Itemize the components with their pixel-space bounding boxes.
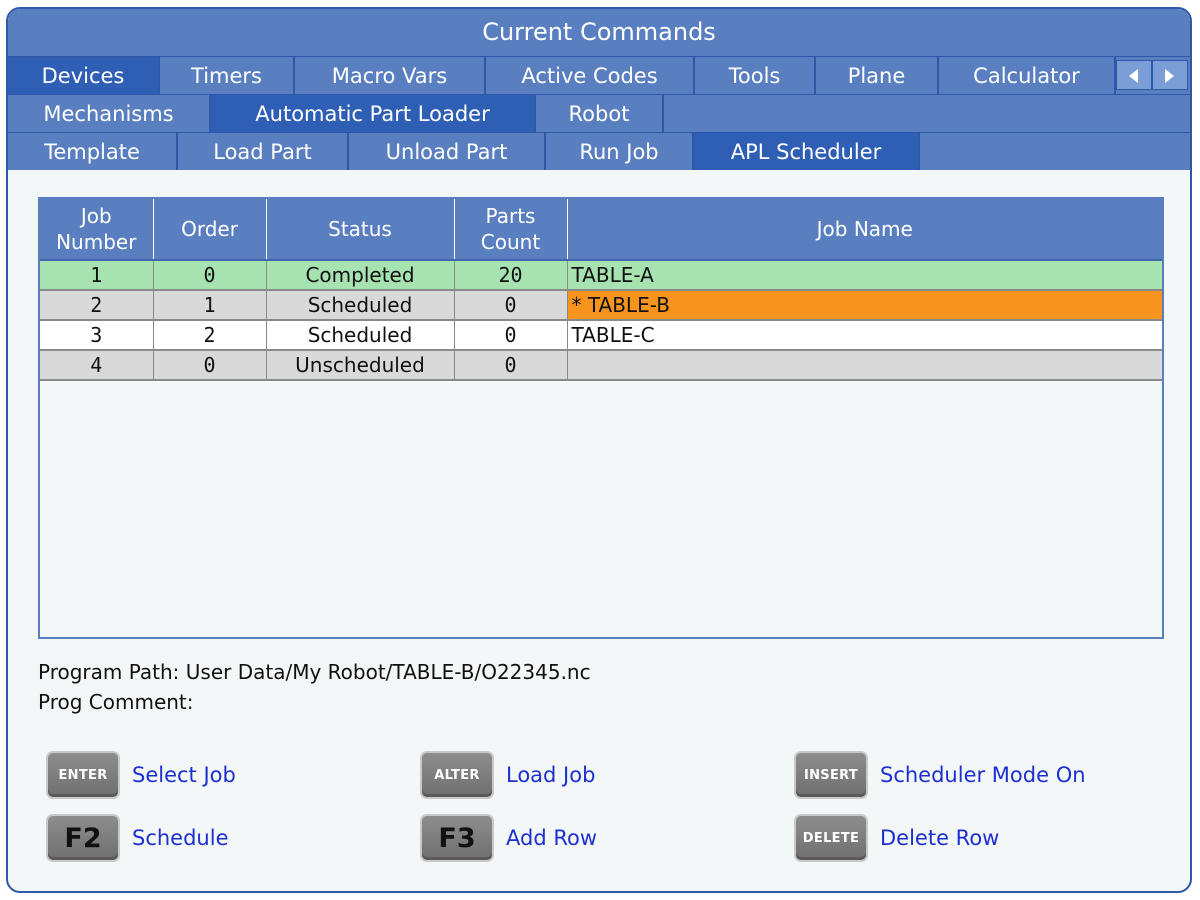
tab-row-filler [920, 133, 1190, 170]
tab-scroll-right-button[interactable] [1152, 60, 1188, 90]
enter-key-icon: ENTER [46, 751, 120, 799]
tab-row-top: Devices Timers Macro Vars Active Codes T… [8, 56, 1190, 94]
select-job-action[interactable]: ENTER Select Job [46, 751, 236, 799]
cell-parts-count: 0 [454, 350, 568, 381]
tab-active-codes[interactable]: Active Codes [486, 57, 695, 94]
tab-timers[interactable]: Timers [160, 57, 295, 94]
delete-row-action[interactable]: DELETE Delete Row [794, 814, 999, 862]
arrow-right-icon [1165, 69, 1174, 83]
tab-row-middle: Mechanisms Automatic Part Loader Robot [8, 94, 1190, 132]
program-path: Program Path: User Data/My Robot/TABLE-B… [38, 660, 591, 684]
column-header-job-number[interactable]: Job Number [40, 199, 154, 261]
window-title: Current Commands [8, 9, 1190, 56]
tab-automatic-part-loader[interactable]: Automatic Part Loader [211, 95, 536, 132]
tab-template[interactable]: Template [8, 133, 178, 170]
cell-parts-count: 0 [454, 290, 568, 321]
scheduler-mode-label: Scheduler Mode On [880, 763, 1086, 787]
tab-plane[interactable]: Plane [816, 57, 939, 94]
column-header-order[interactable]: Order [153, 199, 267, 261]
f2-key-icon: F2 [46, 814, 120, 862]
column-header-status[interactable]: Status [266, 199, 455, 261]
delete-key-icon: DELETE [794, 814, 868, 862]
add-row-action[interactable]: F3 Add Row [420, 814, 597, 862]
table-row[interactable]: 2 1 Scheduled 0 * TABLE-B [40, 290, 1162, 321]
tab-tools[interactable]: Tools [695, 57, 816, 94]
job-schedule-table: Job Number Order Status Parts Count Job … [38, 197, 1164, 639]
current-commands-window: Current Commands Devices Timers Macro Va… [6, 7, 1192, 893]
schedule-action[interactable]: F2 Schedule [46, 814, 229, 862]
cell-job-number: 1 [40, 260, 154, 291]
scheduler-mode-action[interactable]: INSERT Scheduler Mode On [794, 751, 1086, 799]
tab-apl-scheduler[interactable]: APL Scheduler [694, 133, 920, 170]
cell-job-name: TABLE-C [567, 320, 1162, 351]
program-comment: Prog Comment: [38, 690, 194, 714]
column-header-parts-count[interactable]: Parts Count [454, 199, 568, 261]
tab-macro-vars[interactable]: Macro Vars [295, 57, 486, 94]
tab-scroll-left-button[interactable] [1116, 60, 1152, 90]
column-header-job-name[interactable]: Job Name [567, 199, 1162, 261]
cell-job-number: 4 [40, 350, 154, 381]
load-job-label: Load Job [506, 763, 596, 787]
cell-job-number: 2 [40, 290, 154, 321]
table-row[interactable]: 4 0 Unscheduled 0 [40, 350, 1162, 381]
select-job-label: Select Job [132, 763, 236, 787]
cell-job-number: 3 [40, 320, 154, 351]
tab-row-filler [664, 95, 1190, 132]
program-info: Program Path: User Data/My Robot/TABLE-B… [38, 657, 591, 717]
cell-parts-count: 20 [454, 260, 568, 291]
tab-run-job[interactable]: Run Job [546, 133, 694, 170]
cell-order: 0 [153, 260, 267, 291]
tab-row-bottom: Template Load Part Unload Part Run Job A… [8, 132, 1190, 170]
tab-calculator[interactable]: Calculator [939, 57, 1116, 94]
arrow-left-icon [1129, 69, 1138, 83]
load-job-action[interactable]: ALTER Load Job [420, 751, 595, 799]
tab-unload-part[interactable]: Unload Part [349, 133, 546, 170]
cell-status: Scheduled [266, 320, 455, 351]
table-row[interactable]: 1 0 Completed 20 TABLE-A [40, 260, 1162, 291]
f3-key-icon: F3 [420, 814, 494, 862]
table-header-row: Job Number Order Status Parts Count Job … [40, 199, 1162, 261]
tab-mechanisms[interactable]: Mechanisms [8, 95, 211, 132]
insert-key-icon: INSERT [794, 751, 868, 799]
add-row-label: Add Row [506, 826, 598, 850]
tab-robot[interactable]: Robot [536, 95, 664, 132]
cell-order: 2 [153, 320, 267, 351]
cell-job-name-selected[interactable]: * TABLE-B [567, 290, 1162, 321]
tab-load-part[interactable]: Load Part [178, 133, 349, 170]
cell-job-name: TABLE-A [567, 260, 1162, 291]
key-legend: ENTER Select Job ALTER Load Job INSERT S… [46, 751, 1166, 881]
schedule-label: Schedule [132, 826, 229, 850]
alter-key-icon: ALTER [420, 751, 494, 799]
cell-status: Unscheduled [266, 350, 455, 381]
cell-order: 1 [153, 290, 267, 321]
tab-devices[interactable]: Devices [8, 57, 160, 94]
cell-status: Scheduled [266, 290, 455, 321]
delete-row-label: Delete Row [880, 826, 1000, 850]
cell-parts-count: 0 [454, 320, 568, 351]
cell-order: 0 [153, 350, 267, 381]
cell-status: Completed [266, 260, 455, 291]
cell-job-name [567, 350, 1162, 381]
table-row[interactable]: 3 2 Scheduled 0 TABLE-C [40, 320, 1162, 351]
